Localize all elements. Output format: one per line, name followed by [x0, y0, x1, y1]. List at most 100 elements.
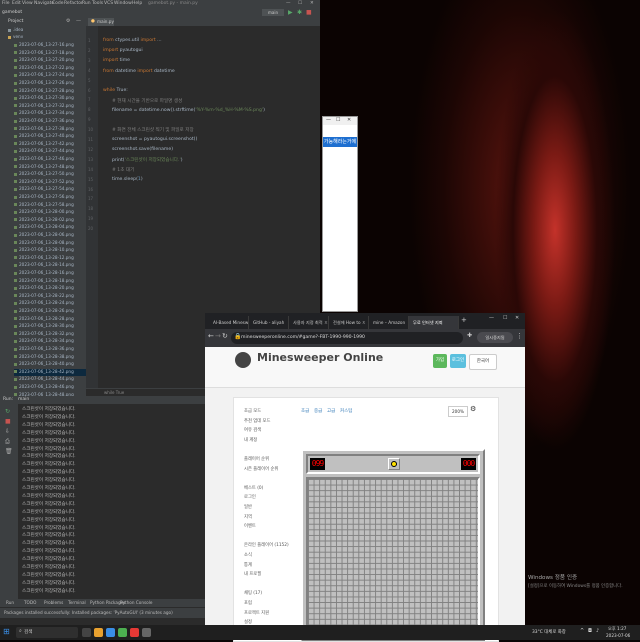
- breadcrumb-item[interactable]: while True: [104, 390, 124, 395]
- tree-file[interactable]: 2023-07-06_13-28-38.png: [14, 354, 74, 361]
- browser-tab[interactable]: mine – Amazon: [369, 316, 409, 329]
- tree-file[interactable]: 2023-07-06_13-27-26.png: [14, 80, 74, 87]
- forward-icon[interactable]: →: [215, 332, 221, 340]
- code-line[interactable]: while True:: [103, 88, 128, 93]
- project-root-crumb[interactable]: gamebot: [2, 10, 22, 15]
- tree-file[interactable]: 2023-07-06_13-28-22.png: [14, 293, 74, 300]
- app-icon[interactable]: [142, 628, 151, 637]
- menu-edit[interactable]: Edit: [12, 1, 21, 6]
- maximize-icon[interactable]: ☐: [503, 315, 507, 321]
- browser-tab[interactable]: AI-Based Minesw: [209, 316, 249, 329]
- side-menu-item[interactable]: 내 계정: [244, 437, 257, 443]
- tree-file[interactable]: 2023-07-06_13-27-30.png: [14, 95, 74, 102]
- side-menu-item[interactable]: 여유 검색: [244, 427, 261, 433]
- tree-file[interactable]: 2023-07-06_13-27-16.png: [14, 42, 74, 49]
- address-bar[interactable]: minesweeperonline.com/#game?-FBT-1990-99…: [231, 332, 463, 344]
- tree-file[interactable]: 2023-07-06_13-27-42.png: [14, 141, 74, 148]
- code-line[interactable]: from ctypes.util import ...: [103, 38, 162, 43]
- print-icon[interactable]: ⎙: [5, 438, 10, 446]
- menu-run[interactable]: Run: [82, 1, 91, 6]
- close-icon[interactable]: ✕: [310, 1, 314, 6]
- tree-file[interactable]: 2023-07-06_13-27-20.png: [14, 57, 74, 64]
- tree-folder-venv[interactable]: venv: [8, 34, 23, 41]
- tree-file[interactable]: 2023-07-06_13-28-02.png: [14, 217, 74, 224]
- side-menu-item[interactable]: 온라인 플레이어 (1152): [244, 542, 289, 548]
- edge-browser-icon[interactable]: [106, 628, 115, 637]
- tool-problems[interactable]: Problems: [44, 600, 63, 605]
- side-menu-item[interactable]: 시즌 플레이어 순위: [244, 466, 278, 472]
- tree-file[interactable]: 2023-07-06_13-28-20.png: [14, 285, 74, 292]
- side-menu-item[interactable]: 이벤트: [244, 523, 256, 529]
- tool-todo[interactable]: TODO: [24, 600, 36, 605]
- language-select[interactable]: 한국어: [469, 354, 497, 370]
- tree-file[interactable]: 2023-07-06_13-28-24.png: [14, 300, 74, 307]
- tab-expert[interactable]: 고급: [327, 408, 335, 414]
- file-explorer-icon[interactable]: [94, 628, 103, 637]
- minimize-icon[interactable]: —: [326, 117, 331, 123]
- tool-terminal[interactable]: Terminal: [68, 600, 86, 605]
- maximize-icon[interactable]: ☐: [298, 1, 302, 6]
- rerun-icon[interactable]: ↻: [5, 408, 10, 415]
- browser-tab[interactable]: 전설에 How to ㅈ: [329, 316, 369, 329]
- browser-tab[interactable]: GitHub - aliyah: [249, 316, 289, 329]
- zoom-select[interactable]: 200%: [448, 406, 468, 417]
- lock-icon[interactable]: 🔒: [234, 333, 241, 340]
- tree-file[interactable]: 2023-07-06_13-27-58.png: [14, 202, 74, 209]
- tab-beginner[interactable]: 초급: [301, 408, 309, 414]
- tree-file[interactable]: 2023-07-06_13-28-40.png: [14, 361, 74, 368]
- code-line[interactable]: print('스크린샷이 저장되었습니다.'): [112, 157, 183, 163]
- tab-intermediate[interactable]: 중급: [314, 408, 322, 414]
- pycharm-icon[interactable]: [118, 628, 127, 637]
- tree-file[interactable]: 2023-07-06_13-27-34.png: [14, 110, 74, 117]
- tree-file[interactable]: 2023-07-06_13-27-48.png: [14, 164, 74, 171]
- scroll-end-icon[interactable]: ⇩: [5, 428, 10, 435]
- close-icon[interactable]: ✕: [347, 117, 351, 123]
- tree-file[interactable]: 2023-07-06_13-28-30.png: [14, 323, 74, 330]
- windows-start-icon[interactable]: ⊞: [3, 627, 10, 636]
- side-menu-item[interactable]: 통계: [244, 562, 252, 568]
- side-menu-item[interactable]: 베스트 (0): [244, 485, 263, 491]
- tree-file[interactable]: 2023-07-06_13-27-56.png: [14, 194, 74, 201]
- tab-custom[interactable]: 커스텀: [340, 408, 352, 414]
- profile-button[interactable]: 일시중지됨: [477, 332, 513, 343]
- site-title[interactable]: Minesweeper Online: [257, 351, 383, 364]
- tree-file[interactable]: 2023-07-06_13-28-08.png: [14, 240, 74, 247]
- tree-file[interactable]: 2023-07-06_13-28-16.png: [14, 270, 74, 277]
- tree-file[interactable]: 2023-07-06_13-28-36.png: [14, 346, 74, 353]
- code-line[interactable]: screenshot = pyautogui.screenshot(): [112, 137, 197, 142]
- menu-tools[interactable]: Tools: [92, 1, 103, 6]
- side-menu-item[interactable]: 지역: [244, 514, 252, 520]
- tree-file[interactable]: 2023-07-06_13-28-46.png: [14, 384, 74, 391]
- tool-python-console[interactable]: Python Console: [120, 600, 152, 605]
- gear-icon[interactable]: ⚙: [66, 18, 70, 24]
- code-comment[interactable]: # 화면 전체 스크린샷 찍기 및 파일로 저장: [112, 127, 194, 133]
- tree-file[interactable]: 2023-07-06_13-27-38.png: [14, 126, 74, 133]
- code-line[interactable]: filename = datetime.now().strftime('%Y-%…: [112, 108, 265, 113]
- tree-folder-idea[interactable]: .idea: [8, 27, 23, 34]
- menu-window[interactable]: Window: [114, 1, 132, 6]
- code-line[interactable]: import time: [103, 58, 130, 63]
- side-menu-item[interactable]: 플레이어 순위: [244, 456, 269, 462]
- run-tab-main[interactable]: main: [18, 397, 29, 402]
- code-line[interactable]: import pyautogui: [103, 48, 143, 53]
- tree-file[interactable]: 2023-07-06_13-28-34.png: [14, 338, 74, 345]
- mine-logo-icon[interactable]: [235, 352, 251, 368]
- tree-file[interactable]: 2023-07-06_13-27-36.png: [14, 118, 74, 125]
- stop-icon[interactable]: ■: [5, 418, 11, 425]
- close-icon[interactable]: ✕: [515, 315, 519, 321]
- editor-tab-main[interactable]: ● main.py: [88, 18, 114, 26]
- status-message[interactable]: Packages installed successfully: Install…: [4, 610, 173, 615]
- volume-icon[interactable]: ♪: [596, 628, 599, 634]
- signup-button[interactable]: 가입: [433, 354, 447, 368]
- tree-file[interactable]: 2023-07-06_13-28-14.png: [14, 262, 74, 269]
- minimize-icon[interactable]: —: [286, 1, 291, 6]
- tree-file[interactable]: 2023-07-06_13-27-18.png: [14, 50, 74, 57]
- menu-help[interactable]: Help: [132, 1, 142, 6]
- side-menu-item[interactable]: 초급 모드: [244, 408, 261, 414]
- browser-tab[interactable]: 사용자 지정 최적 ㅈ: [289, 316, 329, 329]
- side-menu-item[interactable]: 포럼: [244, 600, 252, 606]
- reload-icon[interactable]: ↻: [222, 332, 228, 340]
- side-menu-item[interactable]: 로그인: [244, 494, 256, 500]
- menu-icon[interactable]: ⋮: [516, 332, 523, 340]
- taskbar-search[interactable]: 검색: [16, 627, 78, 638]
